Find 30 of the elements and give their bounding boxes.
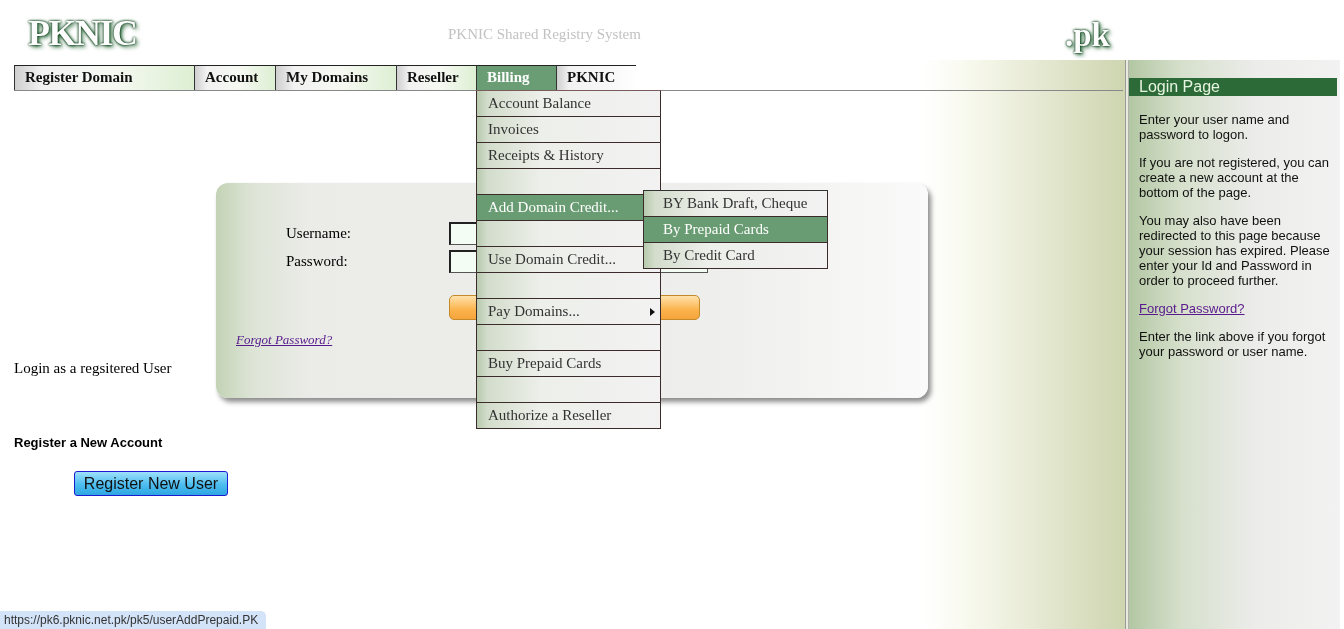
menu-item[interactable]: Buy Prepaid Cards — [476, 351, 661, 377]
submenu-arrow-icon — [650, 307, 655, 316]
register-button[interactable]: Register New User — [74, 471, 228, 496]
nav-tab[interactable]: My Domains — [275, 65, 396, 90]
menu-item[interactable]: Authorize a Reseller — [476, 403, 661, 429]
menu-item[interactable]: Use Domain Credit... — [476, 247, 661, 273]
field-label: Username: — [286, 225, 352, 242]
menu-item[interactable]: Pay Domains... — [476, 299, 661, 325]
nav-tab[interactable]: Account — [194, 65, 275, 90]
login-caption: Login as a regsitered User — [14, 360, 172, 377]
status-bar-url: https://pk6.pknic.net.pk/pk5/userAddPrepaid.PK — [0, 611, 267, 629]
submenu-item[interactable]: BY Bank Draft, Cheque — [643, 191, 828, 217]
menu-item[interactable]: Account Balance — [476, 91, 661, 117]
site-title: PKNIC Shared Registry System — [448, 25, 641, 43]
forgot-password-link[interactable]: Forgot Password? — [1139, 301, 1245, 316]
forgot-password-link[interactable]: Forgot Password? — [236, 332, 333, 348]
help-text: You may also have been redirected to this page because your session has expired. Please enter your Id and Password in order to proceed further. — [1139, 213, 1331, 288]
section-heading: Register a New Account — [14, 435, 163, 450]
help-text: Enter the link above if you forgot your password or user name. — [1139, 329, 1327, 359]
panel-title: Login Page — [1129, 78, 1337, 96]
help-text: Enter your user name and password to logon. — [1139, 112, 1291, 142]
submenu-item[interactable]: By Credit Card — [643, 243, 828, 269]
menu-item[interactable]: Invoices — [476, 117, 661, 143]
menu-item[interactable]: Receipts & History — [476, 143, 661, 169]
nav-tab[interactable]: Reseller — [396, 65, 476, 90]
nav-tab[interactable]: Register Domain — [14, 65, 194, 90]
help-text: If you are not registered, you can create a new account at the bottom of the page. — [1139, 155, 1331, 200]
site-logo: PKNIC — [28, 12, 137, 53]
field-label: Password: — [286, 253, 349, 270]
nav-tab[interactable]: PKNIC — [556, 65, 636, 90]
